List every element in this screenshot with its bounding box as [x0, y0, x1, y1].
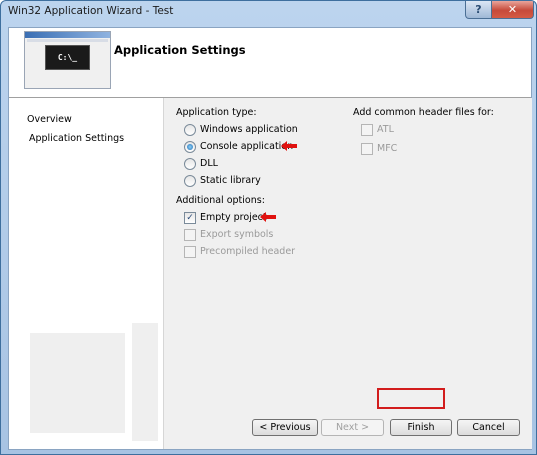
radio-static-library[interactable]: Static library	[184, 174, 261, 187]
radio-button[interactable]	[184, 140, 196, 153]
radio-button[interactable]	[184, 157, 196, 170]
radio-button[interactable]	[184, 174, 196, 187]
additional-options-label: Additional options:	[176, 195, 265, 206]
radio-windows-application[interactable]: Windows application	[184, 123, 298, 136]
wizard-client-area: C:\_ Application Settings Overview Appli…	[8, 27, 532, 450]
checkbox-label: ATL	[377, 124, 394, 135]
nav-item-application-settings[interactable]: Application Settings	[29, 133, 124, 144]
window-title: Win32 Application Wizard - Test	[8, 5, 174, 17]
help-button[interactable]: ?	[465, 1, 492, 19]
watermark-logo-icon	[30, 323, 158, 441]
wizard-body: Overview Application Settings Applicatio…	[9, 98, 532, 449]
checkbox[interactable]	[184, 245, 196, 258]
annotation-arrow-icon	[260, 212, 276, 222]
cancel-button[interactable]: Cancel	[457, 419, 520, 436]
wizard-nav: Overview Application Settings	[17, 105, 162, 443]
next-button[interactable]: Next >	[321, 419, 384, 436]
radio-label: DLL	[200, 158, 218, 169]
wizard-header: C:\_ Application Settings	[9, 28, 531, 98]
checkbox[interactable]	[361, 123, 373, 136]
settings-panel: Application type: Windows application Co…	[163, 98, 532, 449]
checkbox-label: Export symbols	[200, 229, 274, 240]
checkbox[interactable]: ✓	[184, 211, 196, 224]
checkbox-precompiled-header[interactable]: Precompiled header	[184, 245, 295, 258]
checkbox-atl[interactable]: ATL	[361, 123, 394, 136]
previous-button[interactable]: < Previous	[252, 419, 318, 436]
common-headers-label: Add common header files for:	[353, 107, 494, 118]
checkbox-label: Precompiled header	[200, 246, 296, 257]
checkbox[interactable]	[361, 142, 373, 155]
page-title: Application Settings	[114, 43, 246, 57]
checkbox-mfc[interactable]: MFC	[361, 142, 397, 155]
radio-button[interactable]	[184, 123, 196, 136]
checkbox-empty-project[interactable]: ✓ Empty project	[184, 211, 267, 224]
thumbnail-titlebar	[25, 32, 110, 38]
radio-label: Console application	[200, 141, 294, 152]
radio-label: Static library	[200, 175, 261, 186]
nav-item-overview[interactable]: Overview	[27, 114, 72, 125]
thumbnail-console: C:\_	[45, 45, 90, 70]
finish-highlight-box	[377, 388, 445, 409]
annotation-arrow-icon	[281, 141, 297, 151]
close-button[interactable]: ✕	[491, 1, 534, 19]
thumbnail-menubar	[27, 39, 108, 42]
radio-label: Windows application	[200, 124, 298, 135]
application-type-label: Application type:	[176, 107, 257, 118]
radio-console-application[interactable]: Console application	[184, 140, 293, 153]
checkbox[interactable]	[184, 228, 196, 241]
title-bar[interactable]: Win32 Application Wizard - Test ? ✕	[1, 1, 536, 21]
radio-dll[interactable]: DLL	[184, 157, 218, 170]
console-thumbnail-icon: C:\_	[24, 31, 111, 89]
wizard-window: Win32 Application Wizard - Test ? ✕ C:\_…	[0, 0, 537, 455]
finish-button[interactable]: Finish	[390, 419, 452, 436]
checkbox-label: MFC	[377, 143, 398, 154]
checkbox-label: Empty project	[200, 212, 267, 223]
checkbox-export-symbols[interactable]: Export symbols	[184, 228, 273, 241]
